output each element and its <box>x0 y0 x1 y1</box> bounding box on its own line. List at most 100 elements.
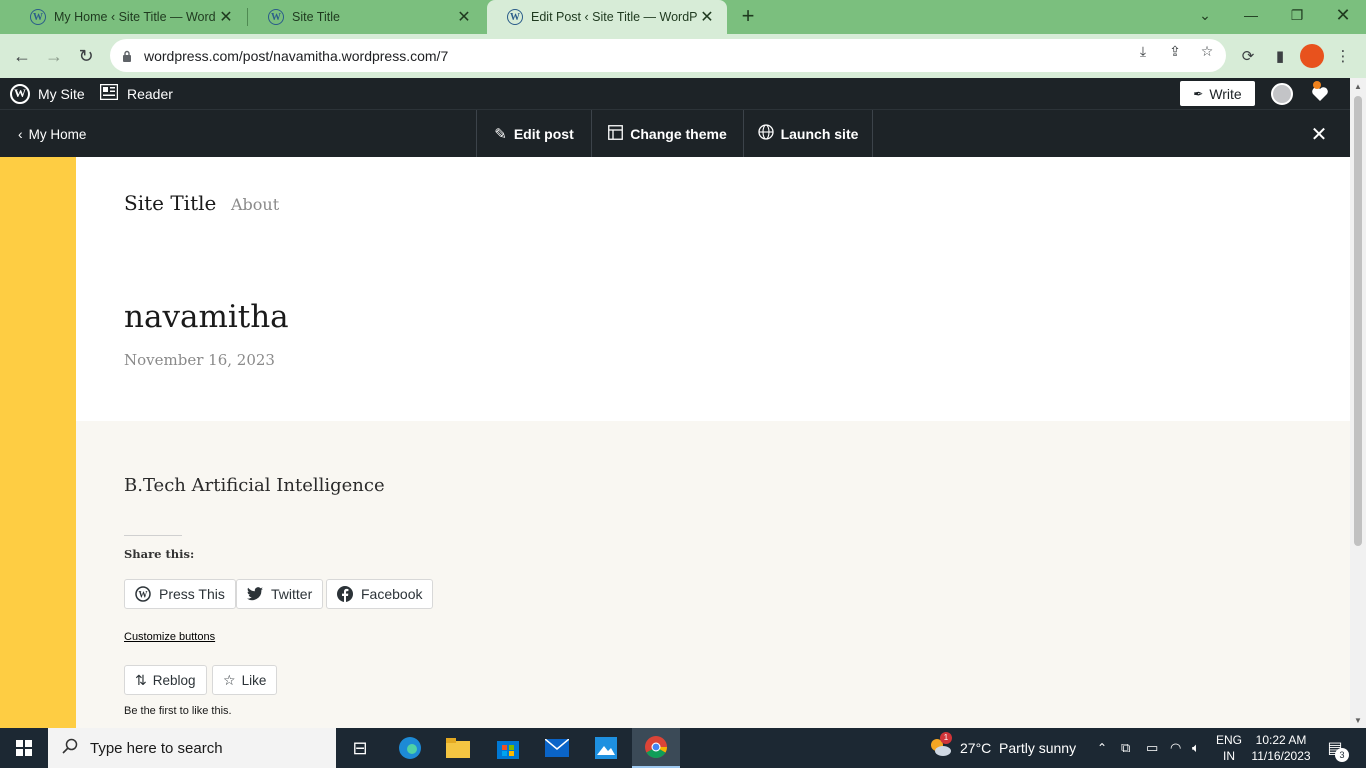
microsoft-store-icon[interactable] <box>484 728 532 768</box>
reader-icon <box>99 83 119 103</box>
post-date[interactable]: November 16, 2023 <box>124 351 275 369</box>
tab-title: My Home ‹ Site Title — WordPress.com <box>54 10 216 24</box>
chevron-left-icon: ‹ <box>18 126 23 142</box>
scroll-up-arrow-icon[interactable]: ▲ <box>1350 78 1366 94</box>
weather-widget[interactable]: 1 27°C Partly sunny <box>928 728 1076 768</box>
weather-text: 27°C Partly sunny <box>960 740 1077 756</box>
notification-count-badge: 3 <box>1335 748 1349 762</box>
minimize-window-icon[interactable]: — <box>1228 0 1274 30</box>
language-code: ENG <box>1216 733 1243 747</box>
press-this-label: Press This <box>159 586 225 602</box>
twitter-label: Twitter <box>271 586 313 602</box>
site-title-link[interactable]: Site Title <box>124 191 216 215</box>
close-window-icon[interactable]: ✕ <box>1320 0 1366 30</box>
write-button[interactable]: ✒ Write <box>1180 81 1255 106</box>
browser-tab-site-title[interactable]: W Site Title ✕ <box>248 0 484 34</box>
browser-tab-my-home[interactable]: W My Home ‹ Site Title — WordPress.com ✕ <box>10 0 246 34</box>
extension-icon[interactable]: ⟳ <box>1237 45 1259 67</box>
address-bar[interactable]: wordpress.com/post/navamitha.wordpress.c… <box>110 39 1226 72</box>
reader-button[interactable]: Reader <box>99 78 173 109</box>
region-code: IN <box>1223 749 1235 763</box>
wordpress-favicon-icon: W <box>30 9 46 25</box>
change-theme-label: Change theme <box>630 126 727 142</box>
nav-about-link[interactable]: About <box>231 195 279 214</box>
reload-icon[interactable]: ↻ <box>73 43 99 69</box>
like-button[interactable]: ☆ Like <box>212 665 278 695</box>
user-avatar[interactable] <box>1271 83 1293 105</box>
profile-avatar[interactable] <box>1300 44 1324 68</box>
share-icon[interactable]: ⇪ <box>1166 42 1184 60</box>
launch-site-button[interactable]: Launch site <box>743 110 873 158</box>
site-preview-bar: ‹ My Home ✎ Edit post Change theme Launc… <box>0 109 1350 158</box>
mail-icon[interactable] <box>533 728 581 768</box>
back-arrow-icon[interactable]: ← <box>9 43 35 69</box>
clock-time: 10:22 AM <box>1255 733 1307 747</box>
change-theme-button[interactable]: Change theme <box>591 110 743 158</box>
facebook-icon <box>337 586 353 602</box>
chrome-browser-icon[interactable] <box>632 728 680 768</box>
input-language-indicator[interactable]: ENG IN <box>1216 732 1242 764</box>
launch-site-label: Launch site <box>780 126 859 142</box>
notifications-bell-icon[interactable] <box>1311 81 1329 103</box>
wifi-icon[interactable]: ◠ <box>1170 728 1181 768</box>
page-scrollbar[interactable]: ▲ ▼ <box>1350 78 1366 728</box>
like-status-text: Be the first to like this. <box>124 705 232 717</box>
install-app-icon[interactable]: ⤓ <box>1134 42 1152 60</box>
browser-tab-edit-post[interactable]: W Edit Post ‹ Site Title — WordPress.com… <box>487 0 727 34</box>
my-site-button[interactable]: W My Site <box>10 78 85 109</box>
svg-text:W: W <box>139 590 148 600</box>
volume-icon[interactable]: 🔈︎ <box>1192 728 1200 768</box>
my-site-label: My Site <box>38 85 85 102</box>
taskbar-search-box[interactable]: Type here to search <box>48 728 336 768</box>
browser-menu-icon[interactable]: ⋮ <box>1332 45 1354 67</box>
share-divider <box>124 535 182 536</box>
scroll-thumb[interactable] <box>1354 96 1362 546</box>
weather-alert-badge: 1 <box>940 731 952 744</box>
scroll-down-arrow-icon[interactable]: ▼ <box>1350 712 1366 728</box>
new-tab-plus-icon[interactable]: + <box>737 5 759 27</box>
site-preview-page: Site Title About navamitha November 16, … <box>0 157 1350 728</box>
taskbar-clock[interactable]: 10:22 AM 11/16/2023 <box>1250 732 1312 764</box>
wordpress-logo-icon: W <box>10 83 30 104</box>
file-explorer-icon[interactable] <box>434 728 482 768</box>
write-label: Write <box>1209 85 1242 102</box>
customize-buttons-link[interactable]: Customize buttons <box>124 631 215 643</box>
battery-icon[interactable]: ▭ <box>1146 728 1158 768</box>
pencil-icon: ✎ <box>494 126 507 143</box>
reblog-button[interactable]: ⇅ Reblog <box>124 665 207 695</box>
reader-label: Reader <box>127 85 173 102</box>
globe-icon <box>757 124 774 144</box>
windows-taskbar: Type here to search ⊟ 1 27°C Partly sunn… <box>0 728 1366 768</box>
back-to-my-home-link[interactable]: ‹ My Home <box>18 110 86 158</box>
start-button[interactable] <box>0 728 48 768</box>
tab-close-icon[interactable]: ✕ <box>454 7 474 27</box>
star-icon: ☆ <box>223 671 236 688</box>
side-panel-icon[interactable]: ▮ <box>1269 45 1291 67</box>
accent-sidebar <box>0 157 76 728</box>
forward-arrow-icon[interactable]: → <box>41 43 67 69</box>
show-hidden-icons-chevron-icon[interactable]: ⌃ <box>1097 728 1107 768</box>
tab-search-chevron-icon[interactable]: ⌄ <box>1182 0 1228 30</box>
facebook-label: Facebook <box>361 586 423 602</box>
restore-window-icon[interactable]: ❐ <box>1274 0 1320 30</box>
tab-title: Edit Post ‹ Site Title — WordPress.com <box>531 10 697 24</box>
task-view-icon[interactable]: ⊟ <box>336 728 384 768</box>
facebook-share-button[interactable]: Facebook <box>326 579 434 609</box>
press-this-button[interactable]: W Press This <box>124 579 236 609</box>
back-label: My Home <box>28 126 87 142</box>
tab-close-icon[interactable]: ✕ <box>697 7 717 27</box>
tab-title: Site Title <box>292 10 340 24</box>
meet-now-icon[interactable]: ⧉ <box>1121 728 1130 768</box>
lock-icon <box>122 50 132 62</box>
bookmark-star-icon[interactable]: ☆ <box>1198 42 1216 60</box>
close-preview-icon[interactable]: ✕ <box>1305 122 1333 146</box>
twitter-share-button[interactable]: Twitter <box>236 579 324 609</box>
wordpress-logo-icon: W <box>135 586 151 602</box>
photos-icon[interactable] <box>582 728 630 768</box>
tab-close-icon[interactable]: ✕ <box>216 7 236 27</box>
edge-browser-icon[interactable] <box>386 728 434 768</box>
post-title: navamitha <box>124 299 289 335</box>
browser-toolbar: ← → ↻ wordpress.com/post/navamitha.wordp… <box>0 34 1366 78</box>
edit-post-button[interactable]: ✎ Edit post <box>476 110 591 158</box>
pen-icon: ✒ <box>1193 86 1204 101</box>
